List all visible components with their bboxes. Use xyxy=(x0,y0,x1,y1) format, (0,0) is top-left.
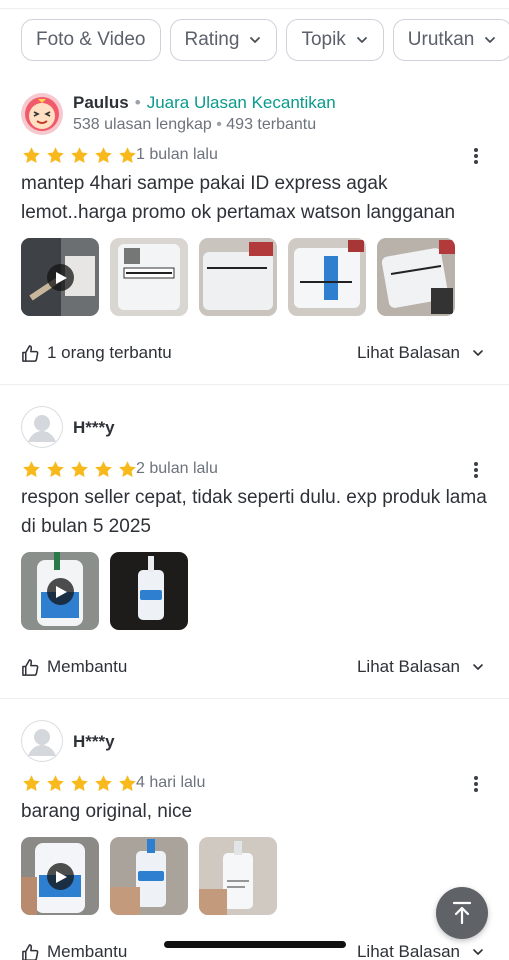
star-rating xyxy=(21,459,138,480)
star-icon xyxy=(71,775,88,792)
more-vertical-icon[interactable] xyxy=(469,145,483,167)
review-media-list xyxy=(21,837,277,915)
helpful-label: Membantu xyxy=(47,657,128,676)
reviewer-name[interactable]: H***y xyxy=(73,418,115,438)
review-date: 4 hari lalu xyxy=(136,774,206,791)
review-photo-thumbnail[interactable] xyxy=(288,238,366,316)
filter-chip-label: Rating xyxy=(184,29,240,50)
view-replies-label: Lihat Balasan xyxy=(356,343,460,362)
review-video-thumbnail[interactable] xyxy=(21,238,99,316)
separator-dot: • xyxy=(134,93,141,112)
filter-chip-label: Urutkan xyxy=(407,29,475,50)
star-icon xyxy=(23,147,40,164)
filter-chip-label: Topik xyxy=(301,29,346,50)
review-photo-thumbnail[interactable] xyxy=(110,552,188,630)
scroll-to-top-button[interactable] xyxy=(436,887,488,939)
chevron-down-icon xyxy=(485,37,496,43)
reviewer-name[interactable]: H***y xyxy=(73,732,115,752)
star-icon xyxy=(23,461,40,478)
star-icon xyxy=(119,147,136,164)
view-replies-button[interactable]: Lihat Balasan xyxy=(357,343,484,363)
chevron-down-icon xyxy=(473,949,483,955)
play-icon xyxy=(47,578,74,605)
star-icon xyxy=(71,147,88,164)
star-icon xyxy=(47,461,64,478)
thumbs-up-icon xyxy=(22,658,39,676)
view-replies-label: Lihat Balasan xyxy=(356,657,460,676)
avatar[interactable] xyxy=(21,406,63,448)
play-icon xyxy=(47,264,74,291)
helpful-button[interactable]: 1 orang terbantu xyxy=(21,343,172,363)
top-divider xyxy=(0,8,509,9)
reviewer-stats: 538 ulasan lengkap • 493 terbantu xyxy=(73,116,317,133)
chevron-down-icon xyxy=(250,37,261,43)
play-icon xyxy=(47,863,74,890)
default-avatar-icon xyxy=(21,406,63,448)
star-icon xyxy=(95,147,112,164)
home-indicator[interactable] xyxy=(164,941,346,948)
reviewer-header: Paulus • Juara Ulasan Kecantikan xyxy=(73,93,336,113)
review-photo-thumbnail[interactable] xyxy=(199,837,277,915)
more-vertical-icon[interactable] xyxy=(469,459,483,481)
review-photo-thumbnail[interactable] xyxy=(110,238,188,316)
chevron-down-icon xyxy=(356,37,367,43)
default-avatar-icon xyxy=(21,720,63,762)
filter-chip-photo-video[interactable]: Foto & Video xyxy=(21,19,161,61)
helpful-label: 1 orang terbantu xyxy=(47,343,172,362)
reviewer-helpful-count: 493 terbantu xyxy=(226,116,317,133)
review-date: 1 bulan lalu xyxy=(136,146,218,163)
review-photo-thumbnail[interactable] xyxy=(377,238,455,316)
star-icon xyxy=(71,461,88,478)
star-rating xyxy=(21,773,138,794)
star-icon xyxy=(23,775,40,792)
reviewer-avatar-image xyxy=(21,93,63,135)
reviewer-review-count: 538 ulasan lengkap xyxy=(73,116,212,133)
star-icon xyxy=(47,775,64,792)
helpful-button[interactable]: Membantu xyxy=(21,942,127,960)
chevron-down-icon xyxy=(473,664,483,670)
review-divider xyxy=(0,384,509,385)
arrow-up-icon xyxy=(452,901,472,925)
review-photo-thumbnail[interactable] xyxy=(110,837,188,915)
star-icon xyxy=(47,147,64,164)
review-date: 2 bulan lalu xyxy=(136,460,218,477)
star-icon xyxy=(95,461,112,478)
star-icon xyxy=(95,775,112,792)
view-replies-label: Lihat Balasan xyxy=(356,942,460,960)
filter-chip-topic[interactable]: Topik xyxy=(286,19,384,61)
star-icon xyxy=(119,775,136,792)
filter-chip-label: Foto & Video xyxy=(36,29,146,50)
reviewer-name[interactable]: Paulus xyxy=(73,93,129,113)
review-text: respon seller cepat, tidak seperti dulu.… xyxy=(21,487,487,537)
filter-chip-rating[interactable]: Rating xyxy=(169,19,278,61)
thumbs-up-icon xyxy=(22,344,39,362)
filter-chip-sort[interactable]: Urutkan xyxy=(392,19,509,61)
review-media-list xyxy=(21,552,188,630)
star-rating xyxy=(21,145,138,166)
star-icon xyxy=(119,461,136,478)
review-photo-thumbnail[interactable] xyxy=(199,238,277,316)
review-video-thumbnail[interactable] xyxy=(21,552,99,630)
avatar[interactable] xyxy=(21,720,63,762)
avatar[interactable] xyxy=(21,93,63,135)
view-replies-button[interactable]: Lihat Balasan xyxy=(357,657,484,677)
review-divider xyxy=(0,698,509,699)
review-text: mantep 4hari sampe pakai ID express agak… xyxy=(21,173,456,223)
thumbs-up-icon xyxy=(22,943,39,960)
more-vertical-icon[interactable] xyxy=(469,773,483,795)
review-text: barang original, nice xyxy=(21,801,193,822)
helpful-label: Membantu xyxy=(47,942,128,960)
reviewer-badge: Juara Ulasan Kecantikan xyxy=(146,93,336,112)
helpful-button[interactable]: Membantu xyxy=(21,657,127,677)
review-video-thumbnail[interactable] xyxy=(21,837,99,915)
view-replies-button[interactable]: Lihat Balasan xyxy=(357,942,484,960)
filter-bar: Foto & Video Rating Topik Urutkan xyxy=(21,19,509,61)
review-media-list xyxy=(21,238,455,316)
chevron-down-icon xyxy=(473,350,483,356)
